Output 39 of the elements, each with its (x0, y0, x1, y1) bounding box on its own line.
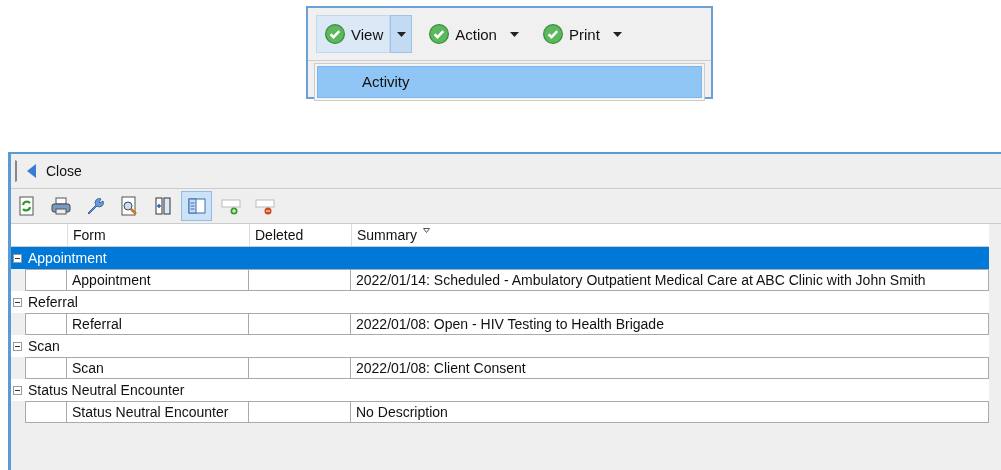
table-cell: Appointment (67, 269, 249, 291)
collapse-icon[interactable] (13, 341, 22, 351)
collapse-icon[interactable] (13, 385, 22, 395)
table-cell (25, 401, 67, 423)
table-cell: 2022/01/08: Client Consent (351, 357, 989, 379)
group-row[interactable]: Appointment (11, 247, 989, 269)
column-header[interactable]: Deleted (249, 224, 351, 246)
close-button[interactable]: Close (15, 160, 83, 182)
table-cell: Scan (67, 357, 249, 379)
caret-icon[interactable] (396, 31, 406, 37)
menu-button[interactable]: Action (420, 15, 504, 53)
table-cell: 2022/01/14: Scheduled - Ambulatory Outpatient Medical Care at ABC Clinic with John Smith (351, 269, 989, 291)
menu-button[interactable]: Print (533, 15, 607, 53)
table-cell (25, 313, 67, 335)
table-cell: Status Neutral Encounter (67, 401, 249, 423)
sort-icon (422, 228, 430, 233)
group-label: Scan (28, 338, 60, 354)
collapse-icon[interactable] (13, 253, 22, 263)
caret-icon[interactable] (613, 31, 623, 37)
table-cell (25, 269, 67, 291)
column-header[interactable]: Form (67, 224, 249, 246)
table-cell: Referral (67, 313, 249, 335)
menu-button[interactable]: View (316, 15, 391, 53)
group-label: Appointment (28, 250, 107, 266)
check-icon (429, 24, 450, 44)
table-cell: No Description (351, 401, 989, 423)
group-label: Referral (28, 294, 78, 310)
menu-item[interactable]: Activity (317, 66, 702, 98)
check-icon (542, 24, 563, 44)
check-icon (325, 24, 345, 44)
caret-icon[interactable] (510, 31, 520, 37)
group-label: Status Neutral Encounter (28, 382, 185, 398)
dropdown-arrow-button[interactable] (390, 15, 413, 53)
collapse-icon[interactable] (13, 297, 22, 307)
table-cell (25, 357, 67, 379)
table-cell: 2022/01/08: Open - HIV Testing to Health Brigade (351, 313, 989, 335)
layout-icon[interactable] (181, 191, 212, 221)
back-arrow-icon (27, 164, 36, 178)
column-header[interactable]: Summary (357, 224, 417, 246)
